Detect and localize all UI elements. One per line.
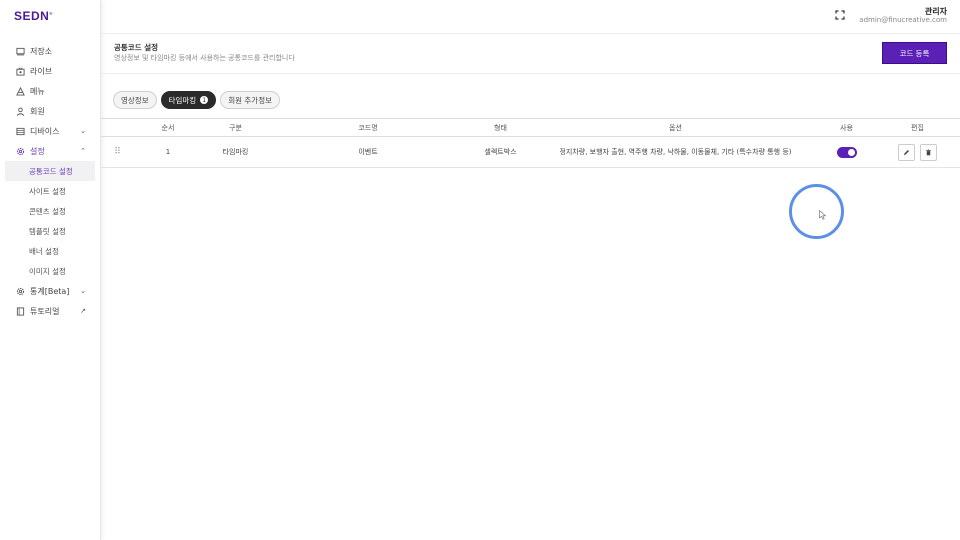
gear-icon [16, 147, 25, 156]
sidebar-item-label: 설정 [30, 146, 45, 156]
header-form: 형태 [494, 123, 507, 132]
tab-video-info[interactable]: 영상정보 [113, 91, 157, 109]
sidebar-item-device[interactable]: 디바이스 ⌄ [0, 121, 100, 141]
cell-use [818, 146, 875, 158]
sidebar-subitem-content[interactable]: 콘텐츠 설정 [0, 201, 100, 221]
trash-icon [925, 149, 931, 155]
tab-label: 영상정보 [121, 95, 149, 105]
table-row: ⠿ 1 타임마킹 이벤트 셀렉트박스 정지차량, 보행자 출현, 역주행 차량,… [101, 137, 960, 168]
header-edit: 편집 [911, 123, 924, 132]
tab-label: 타임마킹 [168, 95, 197, 105]
chevron-down-icon: ⌄ [80, 287, 86, 295]
chevron-up-icon: ⌃ [80, 147, 86, 155]
user-icon [16, 107, 25, 116]
external-link-icon: ↗ [80, 307, 86, 315]
cell-form: 셀렉트박스 [484, 148, 517, 156]
tab-member-extra-info[interactable]: 회원 추가정보 [220, 91, 281, 109]
sidebar-item-storage[interactable]: 저장소 [0, 41, 100, 61]
sidebar-item-tutorial[interactable]: 튜토리얼 ↗ [0, 301, 100, 321]
chevron-down-icon: ⌄ [80, 127, 86, 135]
delete-button[interactable] [919, 143, 937, 161]
fullscreen-icon[interactable] [835, 10, 845, 20]
tutorial-icon [16, 306, 25, 316]
mouse-cursor-icon [819, 210, 827, 220]
sidebar-subitem-banner[interactable]: 배너 설정 [0, 241, 100, 261]
sidebar-item-label: 튜토리얼 [30, 306, 60, 316]
cursor-highlight-ring [789, 184, 844, 239]
code-table: 순서 구분 코드명 형태 옵션 사용 편집 ⠿ 1 타임마킹 이벤트 셀렉트박스… [101, 118, 960, 168]
page-header: 공통코드 설정 영상정보 및 타임마킹 등에서 사용하는 공통코드를 관리합니다… [101, 33, 960, 74]
sidebar-item-label: 회원 [30, 106, 45, 116]
topbar: 관리자 admin@finucreative.com [101, 0, 960, 33]
cell-edit [875, 143, 960, 161]
device-icon [16, 127, 25, 136]
sidebar-subitem-image[interactable]: 이미지 설정 [0, 261, 100, 281]
sidebar-nav: 저장소 라이브 메뉴 회원 디바이스 ⌄ 설정 ⌃ 공통코드 설정 사이트 설정… [0, 41, 100, 321]
sidebar-subitem-template[interactable]: 템플릿 설정 [0, 221, 100, 241]
sidebar-item-label: 통계[Beta] [30, 286, 70, 296]
storage-icon [16, 47, 25, 56]
cell-code-name: 이벤트 [358, 148, 378, 156]
cell-type: 타임마킹 [222, 148, 249, 156]
pencil-icon [904, 149, 910, 155]
sidebar-item-label: 디바이스 [30, 126, 60, 136]
menu-icon [16, 86, 25, 96]
stats-icon [16, 287, 25, 296]
cell-order: 1 [165, 148, 171, 156]
sidebar-item-label: 저장소 [30, 46, 53, 56]
sidebar-subitem-site[interactable]: 사이트 설정 [0, 181, 100, 201]
sidebar-item-live[interactable]: 라이브 [0, 61, 100, 81]
drag-handle-icon[interactable]: ⠿ [101, 147, 133, 157]
header-use: 사용 [840, 123, 853, 132]
table-header: 순서 구분 코드명 형태 옵션 사용 편집 [101, 118, 960, 137]
sidebar-item-settings[interactable]: 설정 ⌃ [0, 141, 100, 161]
sidebar: SEDN® 저장소 라이브 메뉴 회원 디바이스 ⌄ 설정 ⌃ 공통코드 설정 [0, 0, 101, 540]
add-code-button[interactable]: 코드 등록 [882, 42, 947, 64]
header-type: 구분 [229, 123, 242, 132]
user-email: admin@finucreative.com [859, 16, 947, 24]
sidebar-item-member[interactable]: 회원 [0, 101, 100, 121]
sedn-logo[interactable]: SEDN® [14, 9, 53, 23]
count-badge: 1 [200, 96, 209, 104]
sidebar-subitem-common-code[interactable]: 공통코드 설정 [5, 161, 95, 181]
tab-label: 회원 추가정보 [228, 95, 273, 105]
page-description: 영상정보 및 타임마킹 등에서 사용하는 공통코드를 관리합니다 [114, 54, 295, 62]
tab-time-marking[interactable]: 타임마킹 1 [160, 91, 217, 109]
header-order: 순서 [161, 123, 175, 132]
sidebar-item-label: 라이브 [30, 66, 53, 76]
tab-bar: 영상정보 타임마킹 1 회원 추가정보 [113, 91, 281, 109]
sidebar-item-stats[interactable]: 통계[Beta] ⌄ [0, 281, 100, 301]
live-icon [16, 67, 25, 76]
cell-options: 정지차량, 보행자 출현, 역주행 차량, 낙하물, 이동물체, 기타 (특수차… [559, 148, 792, 156]
sidebar-item-menu[interactable]: 메뉴 [0, 81, 100, 101]
edit-button[interactable] [898, 143, 916, 161]
header-options: 옵션 [669, 123, 682, 132]
use-toggle[interactable] [836, 146, 857, 158]
sidebar-item-label: 메뉴 [30, 86, 45, 96]
header-code-name: 코드명 [358, 123, 378, 132]
page-title: 공통코드 설정 [114, 43, 159, 52]
